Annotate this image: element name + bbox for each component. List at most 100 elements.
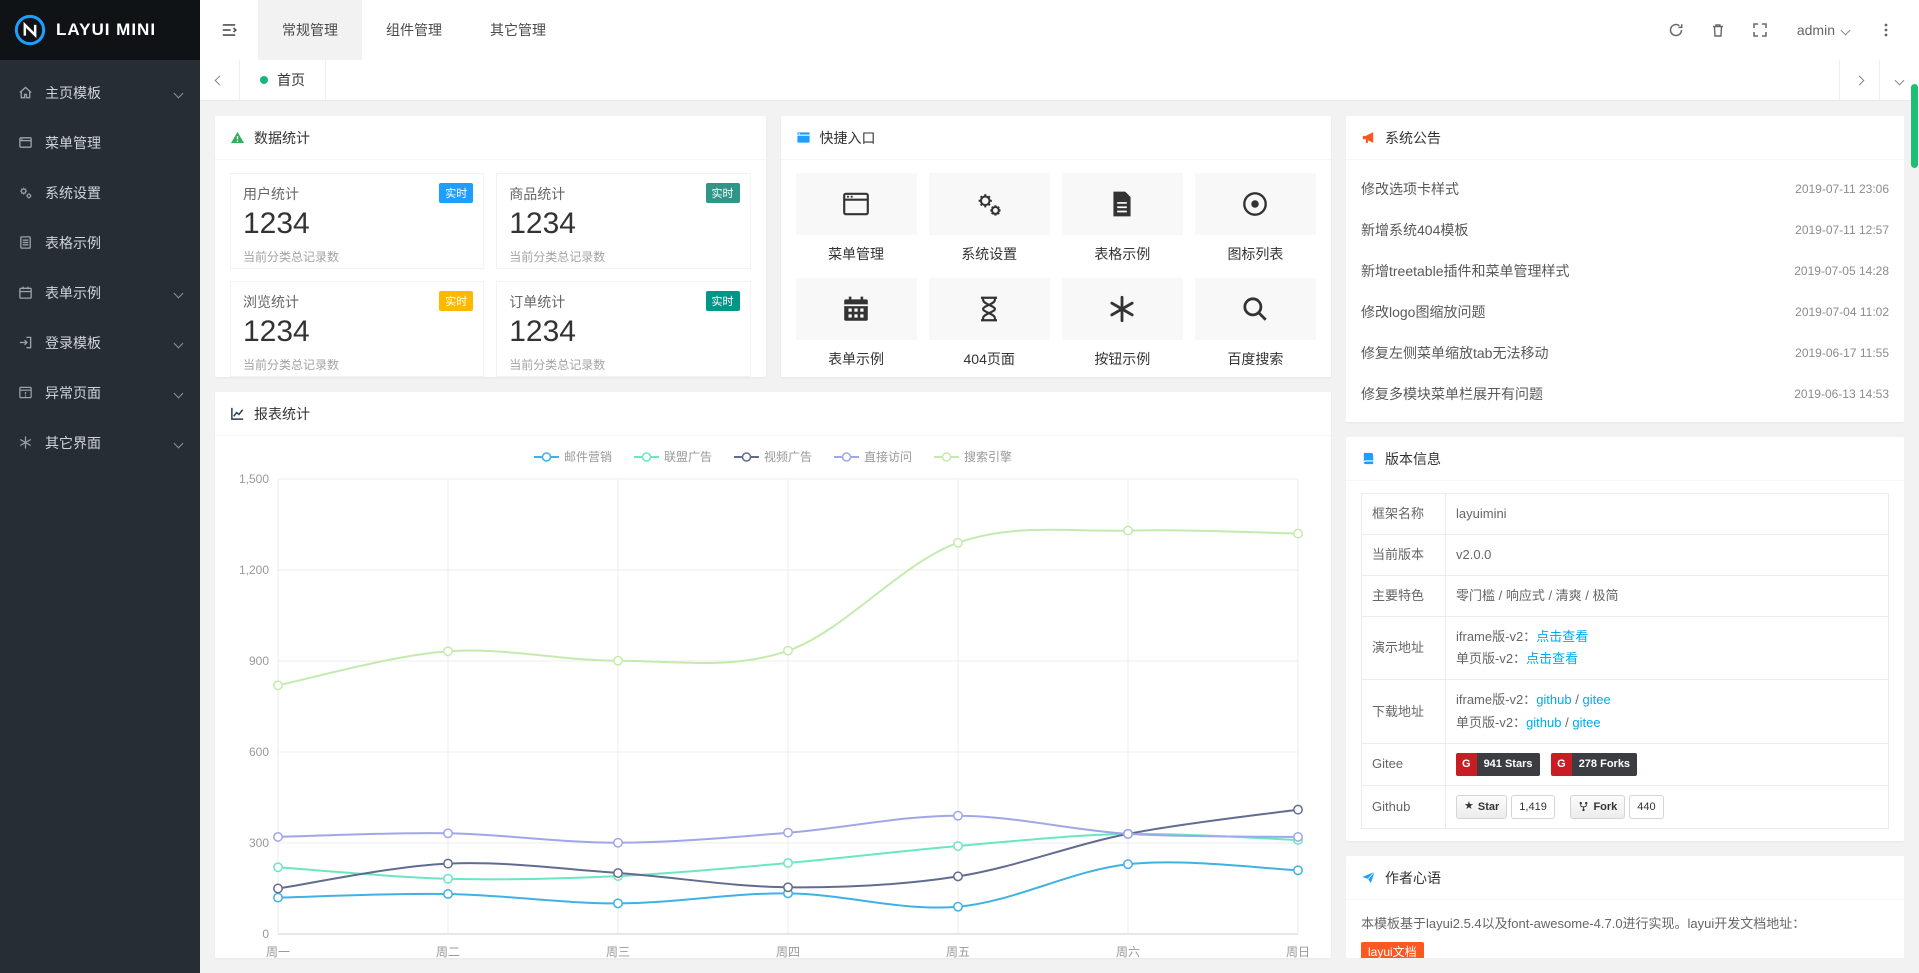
scrollbar-thumb[interactable] <box>1911 84 1918 168</box>
svg-text:周二: 周二 <box>436 945 460 958</box>
tab-scroll-left-button[interactable] <box>200 60 240 100</box>
sidebar-item-home-template[interactable]: 主页模板 <box>0 68 200 118</box>
sidebar-item-system-settings[interactable]: 系统设置 <box>0 168 200 218</box>
sidebar-item-label: 表格示例 <box>45 233 182 253</box>
version-card: 版本信息 框架名称 layuimini 当前版本 v2.0.0 主要特色 零门槛… <box>1346 437 1904 841</box>
sidebar-item-menu-management[interactable]: 菜单管理 <box>0 118 200 168</box>
stat-panel-users: 用户统计 实时 1234 当前分类总记录数 <box>230 173 484 269</box>
notice-date: 2019-07-05 14:28 <box>1794 264 1889 278</box>
logo[interactable]: LAYUI MINI <box>0 0 200 60</box>
github-link[interactable]: github <box>1526 715 1561 730</box>
chevron-down-icon <box>174 88 184 98</box>
sidebar-item-login-template[interactable]: 登录模板 <box>0 318 200 368</box>
notice-item[interactable]: 修复左侧菜单缩放tab无法移动 2019-06-17 11:55 <box>1361 332 1889 373</box>
legend-item[interactable]: 视频广告 <box>734 448 812 465</box>
top-tab-other-management[interactable]: 其它管理 <box>466 0 570 60</box>
stat-label: 订单统计 <box>509 292 737 312</box>
shortcut-label: 404页面 <box>929 349 1050 369</box>
shortcut-menu-management[interactable]: 菜单管理 <box>796 173 917 264</box>
stat-desc: 当前分类总记录数 <box>243 356 471 373</box>
app-title: LAYUI MINI <box>56 20 156 40</box>
gitee-link[interactable]: gitee <box>1582 692 1610 707</box>
notice-text: 新增系统404模板 <box>1361 220 1468 240</box>
tab-scroll-right-button[interactable] <box>1839 60 1879 100</box>
header-actions: admin <box>1655 0 1919 60</box>
user-menu[interactable]: admin <box>1781 22 1865 38</box>
download-line-prefix: 单页版-v2： <box>1456 715 1526 730</box>
legend-item[interactable]: 搜索引擎 <box>934 448 1012 465</box>
shortcut-icon-list[interactable]: 图标列表 <box>1195 173 1316 264</box>
gitee-link[interactable]: gitee <box>1572 715 1600 730</box>
sidebar-item-form-example[interactable]: 表单示例 <box>0 268 200 318</box>
shortcut-label: 表单示例 <box>796 349 917 369</box>
sidebar-item-other-ui[interactable]: 其它界面 <box>0 418 200 468</box>
shortcut-404-page[interactable]: 404页面 <box>929 278 1050 369</box>
stat-value: 1234 <box>243 207 471 241</box>
shortcut-label: 按钮示例 <box>1062 349 1183 369</box>
stat-desc: 当前分类总记录数 <box>509 248 737 265</box>
svg-text:300: 300 <box>249 836 269 850</box>
shortcut-button-example[interactable]: 按钮示例 <box>1062 278 1183 369</box>
stat-value: 1234 <box>509 207 737 241</box>
notice-card-title: 系统公告 <box>1385 128 1441 148</box>
notice-item[interactable]: 新增系统404模板 2019-07-11 12:57 <box>1361 209 1889 250</box>
tab-home[interactable]: 首页 <box>240 60 326 100</box>
logo-icon <box>14 14 46 46</box>
shortcut-table-example[interactable]: 表格示例 <box>1062 173 1183 264</box>
gitee-logo-icon: G <box>1456 753 1477 776</box>
layui-doc-badge[interactable]: layui文档 <box>1361 942 1424 958</box>
svg-text:1,200: 1,200 <box>239 563 269 577</box>
shortcut-label: 百度搜索 <box>1195 349 1316 369</box>
github-widgets: ★Star 1,419 Fork 440 <box>1446 785 1889 829</box>
legend-item[interactable]: 直接访问 <box>834 448 912 465</box>
sidebar-item-label: 登录模板 <box>45 333 175 353</box>
notice-text: 修复左侧菜单缩放tab无法移动 <box>1361 343 1548 363</box>
notice-item[interactable]: 修复多模块菜单栏展开有问题 2019-06-13 14:53 <box>1361 373 1889 414</box>
top-tab-normal-management[interactable]: 常规管理 <box>258 0 362 60</box>
sidebar-item-table-example[interactable]: 表格示例 <box>0 218 200 268</box>
github-fork-button[interactable]: Fork 440 <box>1570 795 1663 820</box>
github-fork-count: 440 <box>1629 795 1663 820</box>
top-tab-component-management[interactable]: 组件管理 <box>362 0 466 60</box>
version-row-label: 主要特色 <box>1362 576 1446 617</box>
shortcut-system-settings[interactable]: 系统设置 <box>929 173 1050 264</box>
notice-item[interactable]: 修改选项卡样式 2019-07-11 23:06 <box>1361 168 1889 209</box>
username: admin <box>1797 22 1835 38</box>
svg-text:0: 0 <box>262 927 269 941</box>
more-vertical-icon[interactable] <box>1865 0 1907 60</box>
clear-cache-icon[interactable] <box>1697 0 1739 60</box>
legend-item[interactable]: 邮件营销 <box>534 448 612 465</box>
fullscreen-icon[interactable] <box>1739 0 1781 60</box>
demo-line-prefix: iframe版-v2： <box>1456 629 1536 644</box>
stat-desc: 当前分类总记录数 <box>509 356 737 373</box>
sidebar-item-label: 系统设置 <box>45 183 182 203</box>
shortcut-form-example[interactable]: 表单示例 <box>796 278 917 369</box>
stats-icon <box>230 130 245 145</box>
version-card-title: 版本信息 <box>1385 449 1441 469</box>
demo-iframe-link[interactable]: 点击查看 <box>1536 629 1588 644</box>
chevron-down-icon <box>174 338 184 348</box>
collapse-menu-button[interactable] <box>200 0 258 60</box>
current-version: v2.0.0 <box>1446 535 1889 576</box>
author-line1: 本模板基于layui2.5.4以及font-awesome-4.7.0进行实现。… <box>1361 916 1805 931</box>
stat-panel-orders: 订单统计 实时 1234 当前分类总记录数 <box>496 281 750 377</box>
stat-label: 用户统计 <box>243 184 471 204</box>
gitee-stars-badge[interactable]: G941 Stars <box>1456 753 1540 776</box>
login-icon <box>18 335 34 351</box>
notice-text: 修复多模块菜单栏展开有问题 <box>1361 384 1543 404</box>
shortcut-baidu-search[interactable]: 百度搜索 <box>1195 278 1316 369</box>
notice-item[interactable]: 新增treetable插件和菜单管理样式 2019-07-05 14:28 <box>1361 250 1889 291</box>
notice-text: 修改logo图缩放问题 <box>1361 302 1485 322</box>
legend-item[interactable]: 联盟广告 <box>634 448 712 465</box>
stat-value: 1234 <box>509 315 737 349</box>
notice-item[interactable]: 修改logo图缩放问题 2019-07-04 11:02 <box>1361 291 1889 332</box>
github-link[interactable]: github <box>1536 692 1571 707</box>
demo-spa-link[interactable]: 点击查看 <box>1526 651 1578 666</box>
sidebar-item-error-pages[interactable]: 异常页面 <box>0 368 200 418</box>
github-star-button[interactable]: ★Star 1,419 <box>1456 795 1555 820</box>
gitee-stars-count: 941 Stars <box>1477 753 1540 776</box>
refresh-icon[interactable] <box>1655 0 1697 60</box>
gitee-forks-badge[interactable]: G278 Forks <box>1551 753 1637 776</box>
stat-value: 1234 <box>243 315 471 349</box>
notice-date: 2019-06-13 14:53 <box>1794 387 1889 401</box>
